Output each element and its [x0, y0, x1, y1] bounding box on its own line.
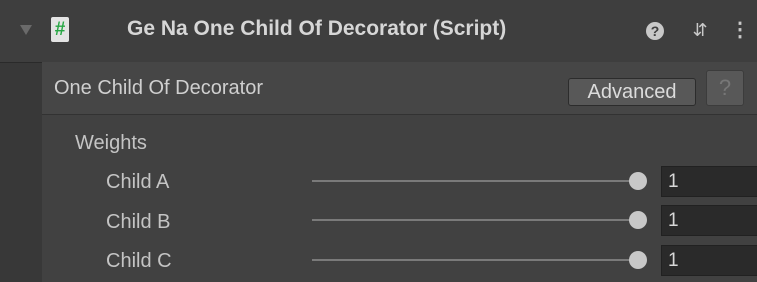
advanced-button[interactable]: Advanced [568, 78, 696, 106]
foldout-triangle-icon[interactable] [20, 25, 32, 35]
child-a-slider-thumb[interactable] [629, 172, 647, 190]
child-b-slider-thumb[interactable] [629, 211, 647, 229]
child-a-label: Child A [106, 171, 170, 193]
child-b-value-field[interactable]: 1 [661, 205, 757, 236]
component-title: Ge Na One Child Of Decorator (Script) [127, 17, 507, 40]
child-b-slider-track[interactable] [312, 219, 639, 221]
child-c-slider-track[interactable] [312, 259, 639, 261]
section-title: One Child Of Decorator [54, 77, 263, 99]
help-icon[interactable]: ? [643, 16, 667, 44]
section-help-button[interactable]: ? [706, 70, 744, 106]
child-a-value-field[interactable]: 1 [661, 166, 757, 197]
child-c-slider-thumb[interactable] [629, 251, 647, 269]
child-c-label: Child C [106, 250, 172, 272]
weights-label: Weights [75, 132, 147, 154]
section-header: One Child Of Decorator Advanced ? [42, 62, 757, 115]
kebab-menu-icon[interactable]: ⋮ [728, 16, 752, 44]
preset-settings-icon[interactable]: ⇵ [688, 16, 712, 44]
component-header[interactable]: # Ge Na One Child Of Decorator (Script) … [0, 0, 757, 63]
child-b-label: Child B [106, 211, 171, 233]
child-a-slider-track[interactable] [312, 180, 639, 182]
script-icon: # [51, 17, 69, 42]
child-c-value-field[interactable]: 1 [661, 245, 757, 276]
